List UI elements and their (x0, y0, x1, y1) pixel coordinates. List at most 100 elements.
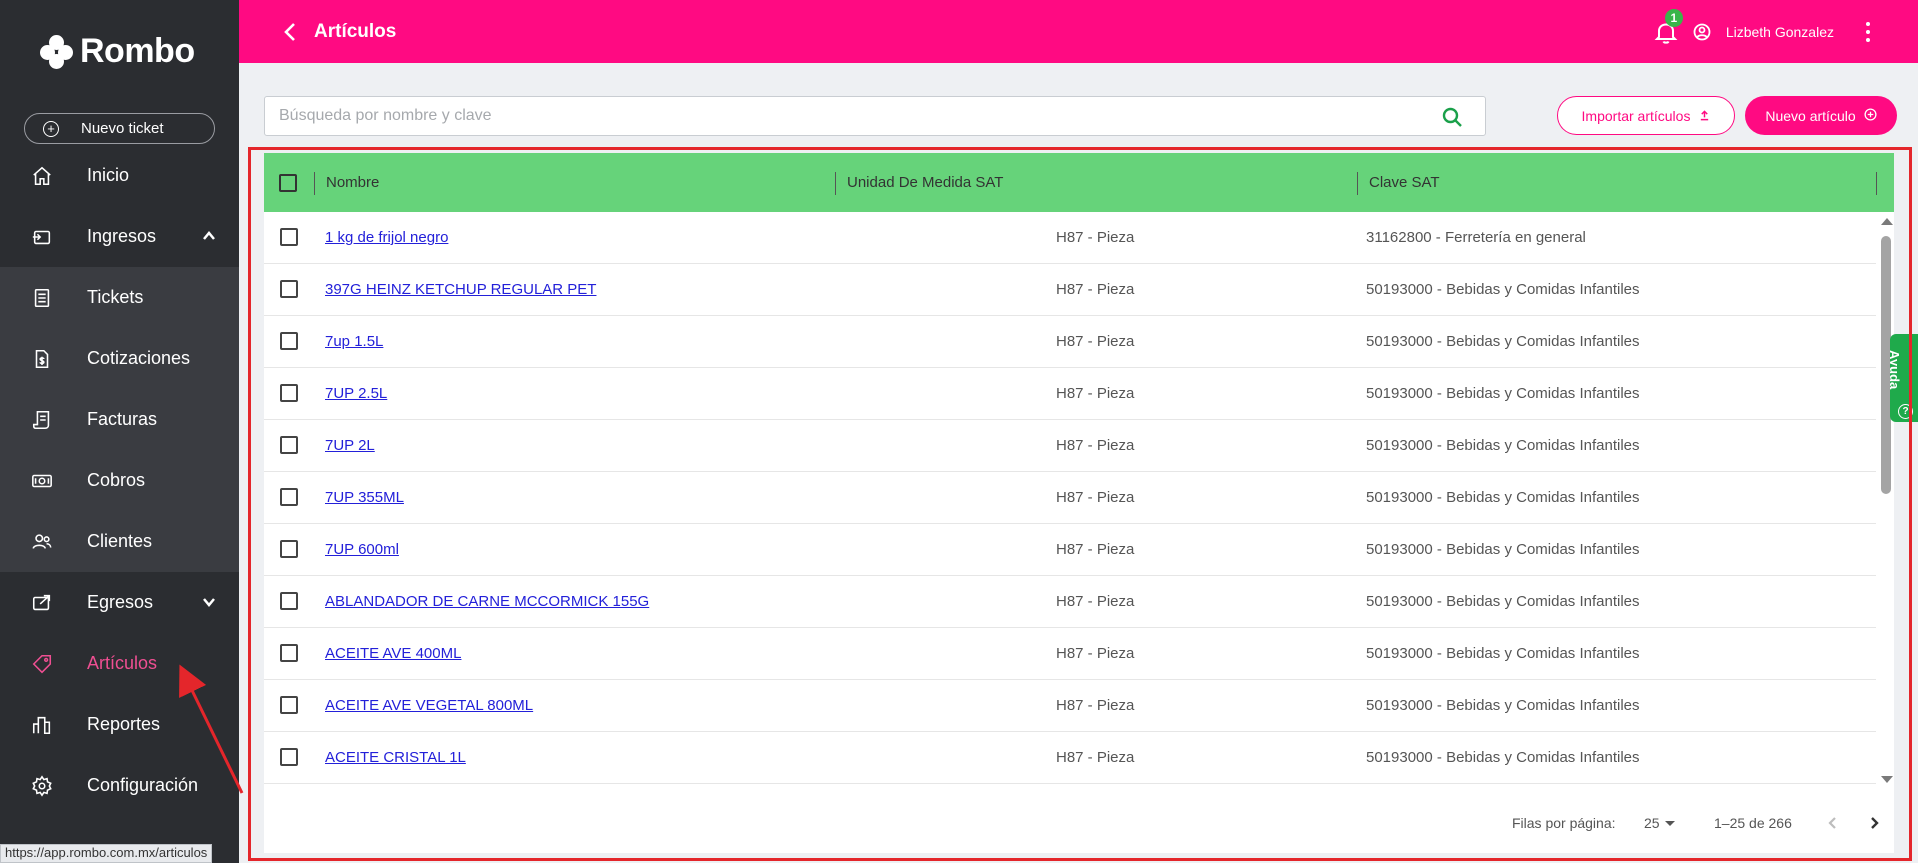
article-name-link[interactable]: 1 kg de frijol negro (325, 229, 448, 246)
sidebar-item-configuracion[interactable]: Configuración (0, 755, 239, 816)
tag-icon (30, 652, 54, 676)
column-divider (1876, 172, 1877, 195)
new-article-button[interactable]: Nuevo artículo (1745, 96, 1897, 135)
brand-name: Rombo (80, 32, 195, 70)
upload-icon (1699, 108, 1710, 124)
sidebar-item-label: Configuración (87, 775, 199, 795)
user-name[interactable]: Lizbeth Gonzalez (1726, 24, 1834, 40)
clave-cell: 50193000 - Bebidas y Comidas Infantiles (1366, 489, 1640, 506)
new-ticket-label: Nuevo ticket (81, 120, 164, 137)
article-name-link[interactable]: ABLANDADOR DE CARNE MCCORMICK 155G (325, 593, 649, 610)
rows-per-page-label: Filas por página: (1512, 815, 1616, 831)
table-row: 7UP 2.5L H87 - Pieza 50193000 - Bebidas … (264, 368, 1876, 420)
notifications-bell-icon[interactable]: 1 (1653, 8, 1683, 45)
unit-cell: H87 - Pieza (1056, 281, 1135, 298)
plus-circle-icon: + (43, 120, 59, 137)
search-input[interactable] (265, 97, 1485, 135)
sidebar-item-egresos[interactable]: Egresos (0, 572, 239, 633)
unit-cell: H87 - Pieza (1056, 385, 1135, 402)
sidebar-item-label: Inicio (87, 165, 130, 185)
sidebar-item-cotizaciones[interactable]: Cotizaciones (0, 328, 239, 389)
table-row: 7UP 2L H87 - Pieza 50193000 - Bebidas y … (264, 420, 1876, 472)
table-row: 7up 1.5L H87 - Pieza 50193000 - Bebidas … (264, 316, 1876, 368)
article-name-link[interactable]: ACEITE AVE 400ML (325, 645, 461, 662)
back-arrow-icon[interactable] (280, 21, 302, 43)
sidebar-item-label: Reportes (87, 714, 161, 734)
clave-cell: 50193000 - Bebidas y Comidas Infantiles (1366, 697, 1640, 714)
sidebar-nav: Inicio Ingresos Tickets Cotizaciones Fac… (0, 145, 239, 816)
column-header-clave[interactable]: Clave SAT (1359, 153, 1440, 212)
unit-cell: H87 - Pieza (1056, 697, 1135, 714)
unit-cell: H87 - Pieza (1056, 333, 1135, 350)
help-tab-label: Ayuda (1890, 350, 1902, 390)
column-header-nombre[interactable]: Nombre (316, 153, 379, 212)
table-row: ACEITE AVE 400ML H87 - Pieza 50193000 - … (264, 628, 1876, 680)
article-name-link[interactable]: 7UP 600ml (325, 541, 399, 558)
sidebar-item-clientes[interactable]: Clientes (0, 511, 239, 572)
article-name-link[interactable]: 7UP 2L (325, 437, 375, 454)
article-name-link[interactable]: 397G HEINZ KETCHUP REGULAR PET (325, 281, 596, 298)
scroll-down-arrow-icon[interactable] (1881, 776, 1893, 783)
table-row: ABLANDADOR DE CARNE MCCORMICK 155G H87 -… (264, 576, 1876, 628)
row-checkbox[interactable] (280, 332, 298, 350)
table-body: 1 kg de frijol negro H87 - Pieza 3116280… (264, 212, 1876, 784)
document-dollar-icon (30, 347, 54, 371)
sidebar-item-ingresos[interactable]: Ingresos (0, 206, 239, 267)
sidebar-item-tickets[interactable]: Tickets (0, 267, 239, 328)
row-checkbox[interactable] (280, 436, 298, 454)
clave-cell: 50193000 - Bebidas y Comidas Infantiles (1366, 645, 1640, 662)
row-checkbox[interactable] (280, 280, 298, 298)
sidebar-item-facturas[interactable]: Facturas (0, 389, 239, 450)
user-avatar-icon[interactable] (1693, 23, 1711, 41)
row-checkbox[interactable] (280, 644, 298, 662)
previous-page-icon[interactable] (1824, 814, 1842, 832)
rows-per-page-select[interactable]: 25 (1644, 815, 1660, 831)
clave-cell: 50193000 - Bebidas y Comidas Infantiles (1366, 333, 1640, 350)
more-options-icon[interactable] (1858, 20, 1878, 44)
brand-logo[interactable]: Rombo (40, 32, 195, 71)
row-checkbox[interactable] (280, 384, 298, 402)
select-all-checkbox[interactable] (279, 174, 297, 192)
list-icon (30, 286, 54, 310)
table-row: ACEITE AVE VEGETAL 800ML H87 - Pieza 501… (264, 680, 1876, 732)
article-name-link[interactable]: ACEITE CRISTAL 1L (325, 749, 466, 766)
caret-down-icon[interactable] (1665, 821, 1675, 826)
row-checkbox[interactable] (280, 748, 298, 766)
table-pagination: Filas por página: 25 1–25 de 266 (264, 797, 1894, 853)
help-tab[interactable]: Ayuda ? (1890, 334, 1918, 422)
new-ticket-button[interactable]: + Nuevo ticket (24, 113, 215, 144)
sidebar-item-cobros[interactable]: Cobros (0, 450, 239, 511)
sidebar-item-label: Egresos (87, 592, 154, 612)
search-icon[interactable] (1441, 106, 1463, 128)
sidebar-item-inicio[interactable]: Inicio (0, 145, 239, 206)
row-checkbox[interactable] (280, 696, 298, 714)
row-checkbox[interactable] (280, 228, 298, 246)
article-name-link[interactable]: 7UP 2.5L (325, 385, 387, 402)
article-name-link[interactable]: ACEITE AVE VEGETAL 800ML (325, 697, 533, 714)
sidebar-item-reportes[interactable]: Reportes (0, 694, 239, 755)
sidebar-item-label: Tickets (87, 287, 144, 307)
users-icon (30, 530, 54, 554)
article-name-link[interactable]: 7up 1.5L (325, 333, 383, 350)
question-circle-icon: ? (1898, 404, 1913, 419)
sidebar-item-articulos[interactable]: Artículos (0, 633, 239, 694)
scroll-up-arrow-icon[interactable] (1881, 218, 1893, 225)
row-checkbox[interactable] (280, 592, 298, 610)
new-article-label: Nuevo artículo (1765, 107, 1856, 124)
table-row: 7UP 600ml H87 - Pieza 50193000 - Bebidas… (264, 524, 1876, 576)
sidebar-item-label: Facturas (87, 409, 158, 429)
import-articles-button[interactable]: Importar artículos (1557, 96, 1735, 135)
clave-cell: 31162800 - Ferretería en general (1366, 229, 1586, 246)
column-header-unidad[interactable]: Unidad De Medida SAT (837, 153, 1003, 212)
next-page-icon[interactable] (1865, 814, 1883, 832)
row-checkbox[interactable] (280, 488, 298, 506)
gear-icon (30, 774, 54, 798)
table-scrollbar[interactable] (1877, 212, 1894, 789)
sidebar-item-label: Cobros (87, 470, 146, 490)
row-checkbox[interactable] (280, 540, 298, 558)
articles-table: Nombre Unidad De Medida SAT Clave SAT 1 … (264, 153, 1894, 853)
column-divider (314, 172, 315, 195)
clave-cell: 50193000 - Bebidas y Comidas Infantiles (1366, 749, 1640, 766)
article-name-link[interactable]: 7UP 355ML (325, 489, 404, 506)
receipt-icon (30, 408, 54, 432)
